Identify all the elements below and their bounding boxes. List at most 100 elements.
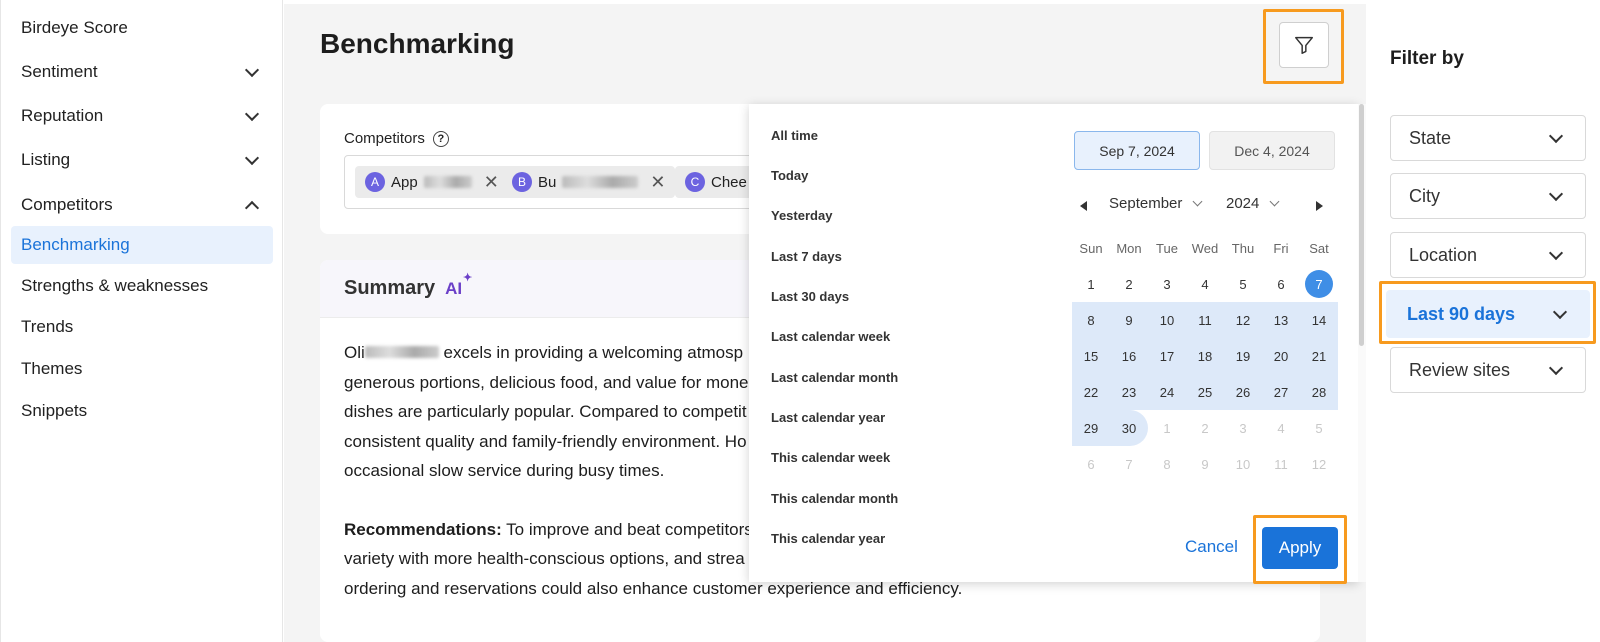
calendar-day[interactable]: 23 <box>1110 374 1148 410</box>
calendar-day[interactable]: 24 <box>1148 374 1186 410</box>
help-icon[interactable]: ? <box>432 130 449 147</box>
dropdown-scroll-thumb[interactable] <box>1359 104 1364 346</box>
calendar-day[interactable]: 27 <box>1262 374 1300 410</box>
redacted-text <box>562 176 639 188</box>
calendar-day[interactable]: 20 <box>1262 338 1300 374</box>
close-icon[interactable]: ✕ <box>484 172 499 193</box>
date-option-this-calendar-month[interactable]: This calendar month <box>771 491 898 506</box>
next-month-icon[interactable] <box>1316 201 1323 211</box>
close-icon[interactable]: ✕ <box>650 172 665 193</box>
start-date-input[interactable]: Sep 7, 2024 <box>1074 131 1200 170</box>
month-select[interactable]: September <box>1109 195 1203 212</box>
calendar-day[interactable]: 13 <box>1262 302 1300 338</box>
sidebar-item-strengths-weaknesses[interactable]: Strengths & weaknesses <box>11 267 273 305</box>
redacted-text <box>364 346 439 358</box>
date-option-yesterday[interactable]: Yesterday <box>771 208 832 223</box>
calendar-day[interactable]: 18 <box>1186 338 1224 374</box>
calendar-day[interactable]: 14 <box>1300 302 1338 338</box>
calendar-day[interactable]: 30 <box>1110 410 1148 446</box>
previous-month-icon[interactable] <box>1080 201 1087 211</box>
location-select[interactable]: Location <box>1390 232 1586 278</box>
calendar-day[interactable]: 4 <box>1186 266 1224 302</box>
filter-icon <box>1295 36 1313 54</box>
calendar-day[interactable]: 21 <box>1300 338 1338 374</box>
sidebar-item-label: Trends <box>21 317 74 336</box>
weekday-label: Wed <box>1191 241 1219 256</box>
date-option-last-30-days[interactable]: Last 30 days <box>771 289 849 304</box>
sidebar-item-benchmarking[interactable]: Benchmarking <box>11 226 273 264</box>
sidebar-item-themes[interactable]: Themes <box>11 350 273 388</box>
calendar-day[interactable]: 11 <box>1262 446 1300 482</box>
calendar-day[interactable]: 1 <box>1072 266 1110 302</box>
year-select[interactable]: 2024 <box>1226 195 1280 212</box>
chevron-down-icon <box>1269 196 1280 207</box>
calendar-day[interactable]: 8 <box>1148 446 1186 482</box>
calendar-day[interactable]: 15 <box>1072 338 1110 374</box>
calendar-day[interactable]: 6 <box>1262 266 1300 302</box>
calendar-day[interactable]: 17 <box>1148 338 1186 374</box>
calendar-day[interactable]: 3 <box>1148 266 1186 302</box>
date-option-last-calendar-week[interactable]: Last calendar week <box>771 329 890 344</box>
date-option-today[interactable]: Today <box>771 168 808 183</box>
calendar-day[interactable]: 10 <box>1148 302 1186 338</box>
date-option-last-calendar-month[interactable]: Last calendar month <box>771 370 898 385</box>
end-date-input[interactable]: Dec 4, 2024 <box>1209 131 1335 170</box>
review-sites-select[interactable]: Review sites <box>1390 347 1586 393</box>
calendar-day[interactable]: 2 <box>1110 266 1148 302</box>
sidebar-item-birdeye-score[interactable]: Birdeye Score <box>11 9 273 47</box>
chevron-down-icon <box>244 62 260 78</box>
sidebar-item-trends[interactable]: Trends <box>11 308 273 346</box>
weekday-label: Tue <box>1156 241 1178 256</box>
date-option-this-calendar-year[interactable]: This calendar year <box>771 531 885 546</box>
date-range-select[interactable]: Last 90 days <box>1386 290 1590 338</box>
avatar: A <box>365 172 385 192</box>
date-option-last-calendar-year[interactable]: Last calendar year <box>771 410 885 425</box>
weekday-label: Fri <box>1273 241 1289 256</box>
state-select[interactable]: State <box>1390 115 1586 161</box>
calendar-day[interactable]: 8 <box>1072 302 1110 338</box>
calendar-day[interactable]: 22 <box>1072 374 1110 410</box>
sidebar-item-competitors[interactable]: Competitors <box>11 186 273 224</box>
summary-title: Summary <box>344 277 436 299</box>
calendar-day[interactable]: 6 <box>1072 446 1110 482</box>
chevron-down-icon <box>1548 128 1564 144</box>
calendar-day[interactable]: 26 <box>1224 374 1262 410</box>
chevron-down-icon <box>244 106 260 122</box>
calendar-day[interactable]: 10 <box>1224 446 1262 482</box>
calendar-day[interactable]: 28 <box>1300 374 1338 410</box>
calendar-day[interactable]: 5 <box>1224 266 1262 302</box>
sidebar: Birdeye Score Sentiment Reputation Listi… <box>0 0 283 642</box>
date-option-this-calendar-week[interactable]: This calendar week <box>771 450 890 465</box>
calendar-day[interactable]: 7 <box>1300 266 1338 302</box>
calendar-day[interactable]: 1 <box>1148 410 1186 446</box>
calendar-day[interactable]: 3 <box>1224 410 1262 446</box>
calendar-day[interactable]: 4 <box>1262 410 1300 446</box>
calendar-day[interactable]: 7 <box>1110 446 1148 482</box>
calendar-day[interactable]: 16 <box>1110 338 1148 374</box>
calendar-day[interactable]: 2 <box>1186 410 1224 446</box>
calendar-day[interactable]: 12 <box>1300 446 1338 482</box>
chevron-down-icon <box>1548 186 1564 202</box>
date-option-last-7-days[interactable]: Last 7 days <box>771 249 842 264</box>
filter-button[interactable] <box>1279 22 1329 68</box>
sidebar-item-reputation[interactable]: Reputation <box>11 97 273 135</box>
calendar-day[interactable]: 12 <box>1224 302 1262 338</box>
city-select[interactable]: City <box>1390 173 1586 219</box>
sparkle-icon: ✦ <box>462 271 473 284</box>
avatar: B <box>512 172 532 192</box>
apply-button[interactable]: Apply <box>1262 527 1338 569</box>
calendar-day[interactable]: 5 <box>1300 410 1338 446</box>
sidebar-item-listing[interactable]: Listing <box>11 141 273 179</box>
calendar-day[interactable]: 11 <box>1186 302 1224 338</box>
competitor-chip: A App ✕ <box>355 166 509 198</box>
date-option-all-time[interactable]: All time <box>771 128 818 143</box>
calendar-day[interactable]: 25 <box>1186 374 1224 410</box>
calendar-day[interactable]: 9 <box>1110 302 1148 338</box>
calendar-day[interactable]: 29 <box>1072 410 1110 446</box>
competitor-chip: B Bu ✕ <box>502 166 676 198</box>
calendar-day[interactable]: 9 <box>1186 446 1224 482</box>
sidebar-item-sentiment[interactable]: Sentiment <box>11 53 273 91</box>
calendar-day[interactable]: 19 <box>1224 338 1262 374</box>
cancel-button[interactable]: Cancel <box>1185 537 1238 557</box>
sidebar-item-snippets[interactable]: Snippets <box>11 392 273 430</box>
